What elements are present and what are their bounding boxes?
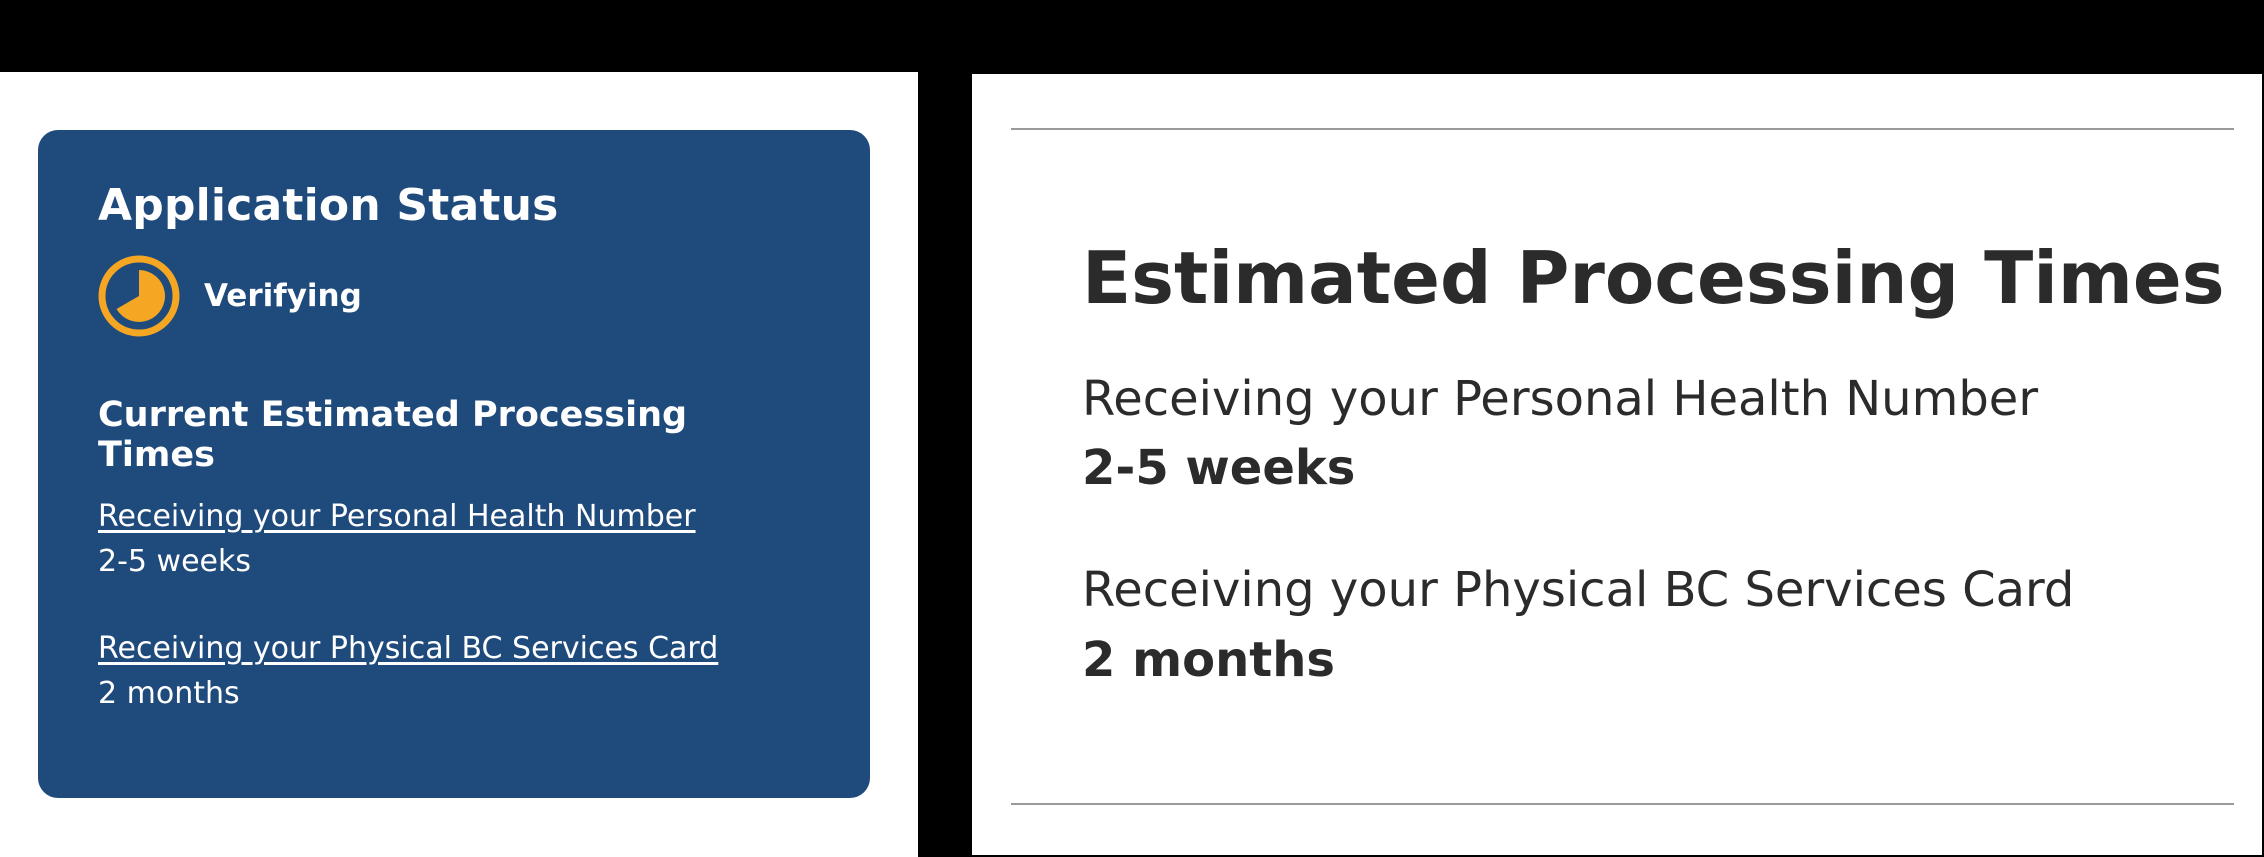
card-title: Application Status [98,180,559,231]
estimates-panel-title: Estimated Processing Times [1082,236,2225,320]
bc-services-card-value: 2 months [1082,632,1335,688]
phn-value: 2-5 weeks [1082,440,1356,496]
phn-label: Receiving your Personal Health Number [1082,371,2039,427]
bc-services-card-label: Receiving your Physical BC Services Card [1082,562,2075,618]
phn-link[interactable]: Receiving your Personal Health Number [98,499,810,534]
estimates-title: Current Estimated Processing Times [98,395,688,475]
bc-services-card-time-value: 2 months [98,676,240,711]
application-status-card: Application Status Verifying Current Est… [38,130,870,798]
bottom-divider [1011,803,2234,805]
status-row: Verifying [98,253,810,339]
clock-progress-icon [98,255,180,337]
status-text: Verifying [204,278,362,314]
bc-services-card-link[interactable]: Receiving your Physical BC Services Card [98,631,810,666]
phn-time-value: 2-5 weeks [98,544,251,579]
top-divider [1011,128,2234,130]
